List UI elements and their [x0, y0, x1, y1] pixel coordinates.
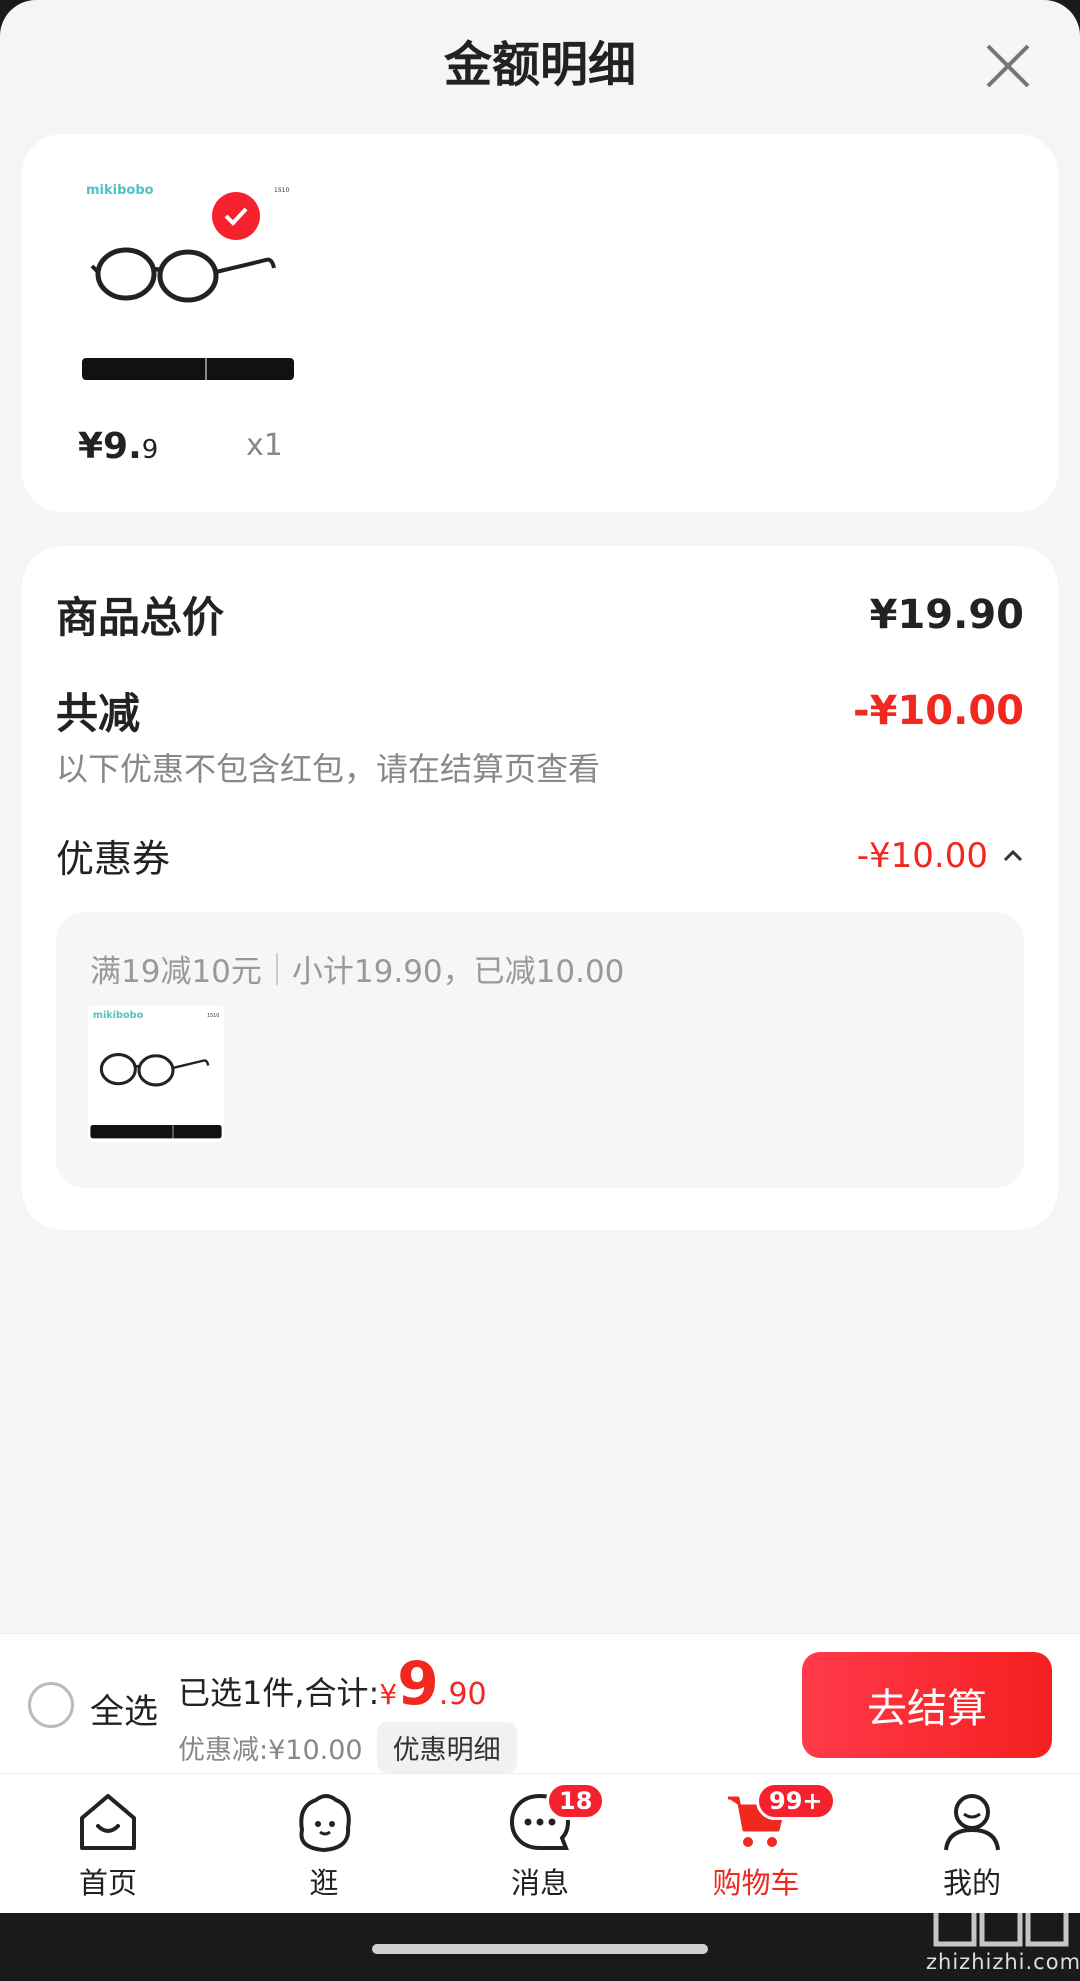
- price-fraction: 9: [141, 435, 159, 465]
- product-card: mikibobo 1510 ¥9.9 x1: [22, 134, 1058, 512]
- product-quantity: x1: [246, 428, 283, 463]
- total-price-value: ¥19.90: [869, 591, 1024, 638]
- glasses-thumb-image: mikibobo 1510: [88, 1006, 224, 1142]
- watermark-text: zhizhizhi.com: [926, 1950, 1080, 1974]
- tab-home[interactable]: 首页: [18, 1790, 198, 1910]
- messages-badge: 18: [546, 1782, 606, 1820]
- brand-logo-text: mikibobo: [86, 183, 154, 198]
- model-text: 1510: [274, 187, 289, 194]
- divider: [275, 952, 278, 985]
- total-line: 已选1件,合计: ¥ 9 .90: [178, 1654, 487, 1714]
- tab-profile[interactable]: 我的: [882, 1790, 1062, 1910]
- close-button[interactable]: [980, 38, 1036, 94]
- selected-check-badge[interactable]: [212, 192, 260, 240]
- total-price-row: 商品总价 ¥19.90: [56, 584, 1024, 645]
- bottom-tabbar: 首页 逛 18 消息 99+ 购物车 我的: [0, 1773, 1080, 1913]
- discount-detail-button[interactable]: 优惠明细: [376, 1722, 517, 1773]
- product-image[interactable]: mikibobo 1510: [76, 174, 300, 398]
- total-price-label: 商品总价: [56, 593, 225, 642]
- home-icon: [80, 1794, 136, 1850]
- profile-icon: [944, 1794, 1000, 1851]
- product-price: ¥9.9: [78, 426, 158, 467]
- thumb-brand-text: mikibobo: [93, 1010, 144, 1021]
- check-icon: [224, 207, 248, 226]
- discount-text: 优惠减:¥10.00: [178, 1735, 363, 1766]
- total-prefix: 已选1件,合计:: [178, 1674, 380, 1712]
- coupon-rule: 满19减10元: [90, 954, 262, 990]
- summary-card: 商品总价 ¥19.90 共减 -¥10.00 以下优惠不包含红包，请在结算页查看…: [22, 546, 1058, 1230]
- tab-messages-label: 消息: [510, 1866, 569, 1900]
- browse-icon: [299, 1794, 351, 1853]
- tab-messages[interactable]: 18 消息: [450, 1782, 630, 1910]
- tab-cart-label: 购物车: [712, 1866, 800, 1900]
- coupon-product-thumb[interactable]: mikibobo 1510: [88, 1006, 224, 1142]
- checkout-button[interactable]: 去结算: [802, 1652, 1052, 1758]
- reduce-value: -¥10.00: [853, 687, 1024, 734]
- thumb-model-text: 1510: [207, 1013, 219, 1019]
- cart-badge: 99+: [756, 1782, 836, 1820]
- total-currency: ¥: [379, 1678, 398, 1711]
- reduce-row: 共减 -¥10.00: [56, 680, 1024, 741]
- tab-browse-label: 逛: [309, 1866, 339, 1900]
- coupon-value-group[interactable]: -¥10.00: [857, 836, 1024, 876]
- coupon-value: -¥10.00: [856, 835, 988, 876]
- total-decimal: .90: [438, 1677, 487, 1712]
- tab-home-label: 首页: [78, 1866, 137, 1900]
- home-indicator[interactable]: [372, 1944, 708, 1954]
- chevron-up-icon: [1003, 849, 1023, 861]
- coupon-detail-box: 满19减10元 小计19.90，已减10.00 mikibobo 1510: [56, 912, 1024, 1188]
- select-all-radio[interactable]: [28, 1682, 74, 1728]
- glasses-image: mikibobo 1510: [76, 174, 300, 398]
- total-integer: 9: [397, 1649, 439, 1719]
- coupon-row[interactable]: 优惠券 -¥10.00: [56, 828, 1024, 883]
- reduce-label: 共减: [56, 689, 141, 738]
- coupon-subtotal: 小计19.90，已减10.00: [291, 954, 625, 990]
- discount-hint: 以下优惠不包含红包，请在结算页查看: [56, 750, 601, 788]
- discount-line: 优惠减:¥10.00 优惠明细: [178, 1722, 517, 1773]
- tab-browse[interactable]: 逛: [234, 1790, 414, 1910]
- close-icon: [986, 44, 1030, 88]
- amount-detail-sheet: 金额明细 mikibobo 1510 ¥9.9 x1 商品总价 ¥19.90 共…: [0, 0, 1080, 1633]
- checkout-bar: 全选 已选1件,合计: ¥ 9 .90 优惠减:¥10.00 优惠明细 去结算: [0, 1633, 1080, 1773]
- tab-cart[interactable]: 99+ 购物车: [666, 1782, 846, 1910]
- coupon-description: 满19减10元 小计19.90，已减10.00: [90, 946, 624, 991]
- price-main: ¥9.: [78, 426, 142, 467]
- coupon-label: 优惠券: [56, 837, 171, 881]
- watermark-logo: [933, 1897, 1069, 1947]
- sheet-title: 金额明细: [443, 37, 636, 93]
- select-all-label[interactable]: 全选: [90, 1684, 158, 1733]
